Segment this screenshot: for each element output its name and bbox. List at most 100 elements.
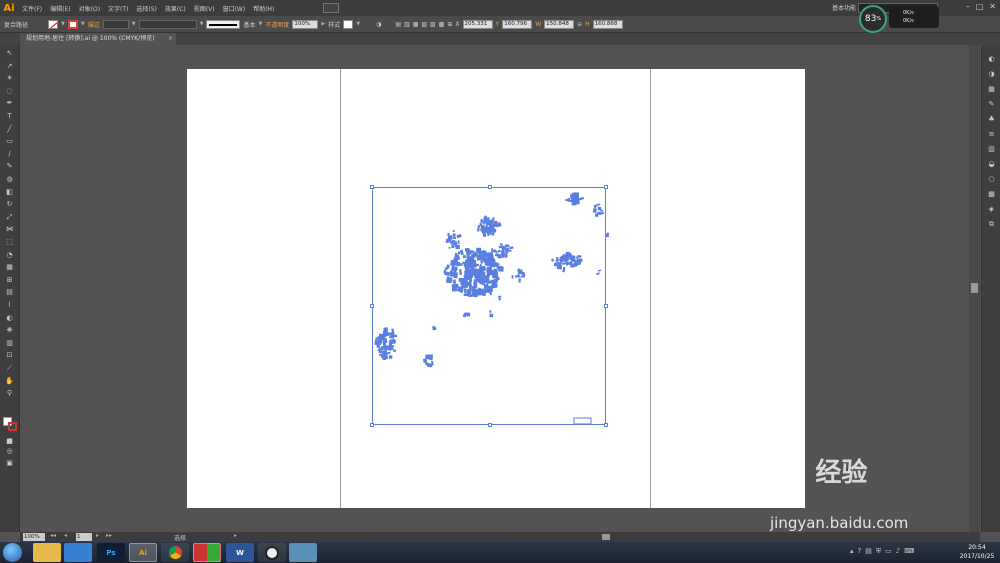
resize-handle[interactable] [370,423,374,427]
hand-tool-icon[interactable]: ✋ [4,377,15,386]
lasso-tool-icon[interactable]: ◌ [4,87,15,96]
y-position-input[interactable]: 160.796 [502,19,533,29]
screen-mode-icon[interactable]: ▣ [4,459,15,468]
start-button[interactable] [3,543,22,562]
align-top-icon[interactable]: ▧ [421,21,427,28]
symbol-sprayer-tool-icon[interactable]: ❋ [4,326,15,335]
chevron-down-icon[interactable]: ▼ [258,21,262,27]
minimize-button[interactable]: – [966,2,970,11]
menu-effect[interactable]: 效果(C) [161,4,190,13]
color-guide-icon[interactable]: ◑ [986,70,997,79]
link-icon[interactable]: ⊖ [577,21,582,28]
vertical-scroll-thumb[interactable] [971,283,978,293]
width-tool-icon[interactable]: ⋈ [4,225,15,234]
artboard[interactable] [187,69,805,508]
resize-handle[interactable] [604,423,608,427]
chevron-down-icon[interactable]: ▼ [356,21,360,27]
fill-swatch[interactable] [48,19,59,29]
blend-tool-icon[interactable]: ◐ [4,314,15,323]
network-icon[interactable]: ▤ [865,547,872,556]
chevron-down-icon[interactable]: ▼ [81,21,85,27]
artboard-tool-icon[interactable]: ⊡ [4,351,15,360]
last-artboard-icon[interactable]: ▸▸ [106,532,112,539]
document-tab[interactable]: 规划用地-居住 [转换].ai @ 100% (CMYK/预览) × [20,33,176,45]
menu-help[interactable]: 帮助(H) [249,4,278,13]
close-icon[interactable]: × [168,33,173,45]
free-transform-tool-icon[interactable]: ⬚ [4,238,15,247]
taskbar-word[interactable]: W [226,543,254,562]
menu-window[interactable]: 窗口(W) [219,4,250,13]
workspace-switcher[interactable]: 基本功能 [832,3,856,12]
resize-handle[interactable] [370,304,374,308]
next-artboard-icon[interactable]: ▸ [96,532,99,539]
mesh-tool-icon[interactable]: ⊞ [4,276,15,285]
resize-handle[interactable] [604,304,608,308]
menu-object[interactable]: 对象(O) [75,4,104,13]
draw-mode-icon[interactable]: ◎ [4,447,15,456]
taskbar-chrome[interactable] [161,543,189,562]
arrange-documents-button[interactable] [323,3,339,13]
align-right-icon[interactable]: ▦ [413,21,419,28]
volume-icon[interactable]: ♪ [896,547,900,556]
brushes-panel-icon[interactable]: ✎ [986,100,997,109]
horizontal-scroll-thumb[interactable] [602,534,610,540]
recolor-icon[interactable]: ◑ [376,21,381,28]
tray-arrow-icon[interactable]: ▴ [850,547,854,556]
shield-icon[interactable]: ⛨ [876,547,881,556]
stroke-swatch[interactable] [67,19,78,29]
taskbar-illustrator[interactable]: Ai [129,543,157,562]
artboards-panel-icon[interactable]: ⧉ [986,220,997,229]
status-menu-icon[interactable]: ▸ [234,532,237,539]
selection-bounding-box[interactable] [370,185,608,427]
taskbar-explorer[interactable] [33,543,61,562]
stroke-weight-input[interactable] [102,19,129,29]
pencil-tool-icon[interactable]: ✎ [4,162,15,171]
x-position-input[interactable]: 205.331 [462,19,493,29]
graphic-styles-panel-icon[interactable]: ▩ [986,190,997,199]
blob-brush-tool-icon[interactable]: ◍ [4,175,15,184]
color-mode-icon[interactable]: ■ [4,437,15,446]
width-input[interactable]: 150.848 [544,19,575,29]
menu-type[interactable]: 文字(T) [104,4,132,13]
gradient-panel-icon[interactable]: ▥ [986,145,997,154]
stroke-profile-preview[interactable] [206,19,241,29]
column-graph-tool-icon[interactable]: ▥ [4,339,15,348]
chevron-down-icon[interactable]: ▼ [200,21,204,27]
type-tool-icon[interactable]: T [4,112,15,121]
artboard-number-select[interactable]: 1 [76,533,92,541]
shape-builder-tool-icon[interactable]: ◔ [4,251,15,260]
brush-definition-label[interactable]: 基本 [243,20,255,29]
align-center-icon[interactable]: ▥ [404,21,410,28]
color-panel-icon[interactable]: ◐ [986,55,997,64]
transform-icon[interactable]: ⊞ [447,21,452,28]
align-bottom-icon[interactable]: ▩ [439,21,445,28]
menu-view[interactable]: 视图(V) [190,4,219,13]
menu-file[interactable]: 文件(F) [18,4,46,13]
monitor-icon[interactable]: ▭ [885,547,892,556]
direct-selection-tool-icon[interactable]: ↗ [4,62,15,71]
resize-handle[interactable] [370,185,374,189]
magic-wand-tool-icon[interactable]: ✶ [4,74,15,83]
variable-width-select[interactable] [138,19,197,29]
appearance-panel-icon[interactable]: ○ [986,175,997,184]
resize-handle[interactable] [488,185,492,189]
taskbar-photoshop[interactable]: Ps [97,543,125,562]
height-input[interactable]: 160.868 [592,19,623,29]
eraser-tool-icon[interactable]: ◧ [4,188,15,197]
resize-handle[interactable] [488,423,492,427]
pen-tool-icon[interactable]: ✒ [4,99,15,108]
system-clock[interactable]: 20:54 2017/10/25 [957,543,997,561]
slice-tool-icon[interactable]: ⟋ [4,364,15,373]
chevron-down-icon[interactable]: ▼ [61,21,65,27]
swatches-panel-icon[interactable]: ▦ [986,85,997,94]
symbols-panel-icon[interactable]: ♣ [986,115,997,124]
first-artboard-icon[interactable]: ◂◂ [50,532,56,539]
eyedropper-tool-icon[interactable]: ⌇ [4,301,15,310]
stroke-color-icon[interactable] [8,422,17,431]
paintbrush-tool-icon[interactable]: ∕ [4,150,15,159]
canvas-area[interactable] [20,45,969,532]
taskbar-app-window[interactable] [289,543,317,562]
help-icon[interactable]: ? [858,547,862,556]
close-button[interactable]: ✕ [989,2,996,11]
menu-edit[interactable]: 编辑(E) [46,4,74,13]
